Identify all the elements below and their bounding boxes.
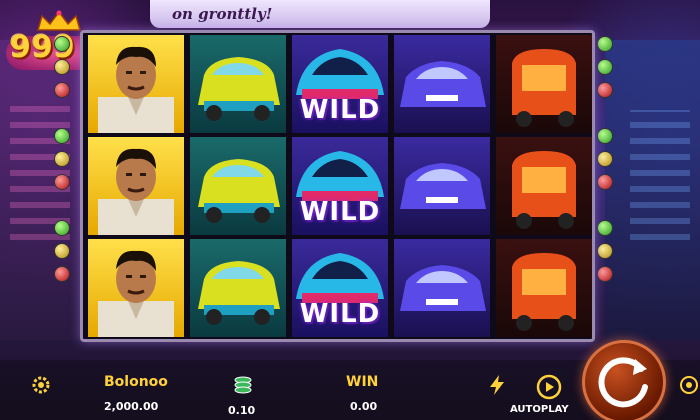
wild-text: WILD <box>299 95 381 125</box>
autoplay-label: AUTOPLAY <box>510 404 569 415</box>
green-lamp-icon <box>54 128 70 144</box>
green-lamp-icon <box>54 36 70 52</box>
car-symbol <box>394 35 490 133</box>
tuktuk-icon <box>512 253 576 331</box>
wild-symbol: WILD <box>292 35 388 133</box>
man-symbol <box>88 35 184 133</box>
balance-value: 2,000.00 <box>104 400 159 413</box>
coin-stack-icon[interactable] <box>232 374 254 396</box>
win-label: WIN <box>346 374 379 390</box>
tuktuk-symbol <box>496 239 592 337</box>
green-lamp-icon <box>54 220 70 236</box>
yellow-lamp-icon <box>54 59 70 75</box>
wild-text: WILD <box>299 299 381 329</box>
banner-text: on gronttly! <box>172 5 273 23</box>
game-scene: 999 on gronttly! WILD WILD WILD Bolonoo … <box>0 0 700 420</box>
man-portrait-icon <box>98 250 174 337</box>
car-symbol <box>190 239 286 337</box>
reel-3: WILD WILD WILD <box>290 33 390 339</box>
lamp-column-left <box>54 36 72 336</box>
reel-frame: WILD WILD WILD <box>80 30 595 342</box>
yellow-car-icon <box>198 159 280 223</box>
balance-label: Bolonoo <box>104 374 168 390</box>
yellow-lamp-icon <box>54 151 70 167</box>
spin-button[interactable] <box>582 340 666 420</box>
tuktuk-icon <box>512 49 576 127</box>
man-portrait-icon <box>98 148 174 235</box>
green-lamp-icon <box>597 220 613 236</box>
car-symbol <box>394 239 490 337</box>
win-value: 0.00 <box>350 400 378 413</box>
yellow-lamp-icon <box>597 243 613 259</box>
tuktuk-icon <box>512 151 576 229</box>
yellow-lamp-icon <box>54 243 70 259</box>
red-lamp-icon <box>54 174 70 190</box>
man-symbol <box>88 239 184 337</box>
reel-2 <box>188 33 288 339</box>
wild-symbol: WILD <box>292 137 388 235</box>
lamp-column-right <box>597 36 615 336</box>
car-symbol <box>190 35 286 133</box>
yellow-car-icon <box>198 261 280 325</box>
neon-city-right <box>605 40 700 340</box>
wild-symbol: WILD <box>292 239 388 337</box>
reel-5 <box>494 33 594 339</box>
yellow-car-icon <box>198 57 280 121</box>
green-lamp-icon <box>597 36 613 52</box>
blue-car-icon <box>400 163 486 209</box>
lightning-icon[interactable] <box>486 374 508 396</box>
man-portrait-icon <box>98 46 174 133</box>
gear-icon[interactable] <box>30 374 52 396</box>
green-lamp-icon <box>597 59 613 75</box>
reel-1 <box>86 33 186 339</box>
spin-arrow-icon <box>598 357 648 408</box>
tuktuk-symbol <box>496 35 592 133</box>
reel-4 <box>392 33 492 339</box>
wild-text: WILD <box>299 197 381 227</box>
yellow-lamp-icon <box>597 151 613 167</box>
title-banner: on gronttly! <box>150 0 490 28</box>
autoplay-icon[interactable] <box>536 374 562 400</box>
red-lamp-icon <box>54 82 70 98</box>
man-symbol <box>88 137 184 235</box>
blue-car-icon <box>400 265 486 311</box>
red-lamp-icon <box>54 266 70 282</box>
red-lamp-icon <box>597 174 613 190</box>
menu-icon[interactable] <box>678 374 700 396</box>
crown-icon <box>37 10 81 31</box>
green-lamp-icon <box>597 128 613 144</box>
red-lamp-icon <box>597 266 613 282</box>
car-symbol <box>190 137 286 235</box>
red-lamp-icon <box>597 82 613 98</box>
car-symbol <box>394 137 490 235</box>
blue-car-icon <box>400 61 486 107</box>
tuktuk-symbol <box>496 137 592 235</box>
bet-value: 0.10 <box>228 404 256 417</box>
